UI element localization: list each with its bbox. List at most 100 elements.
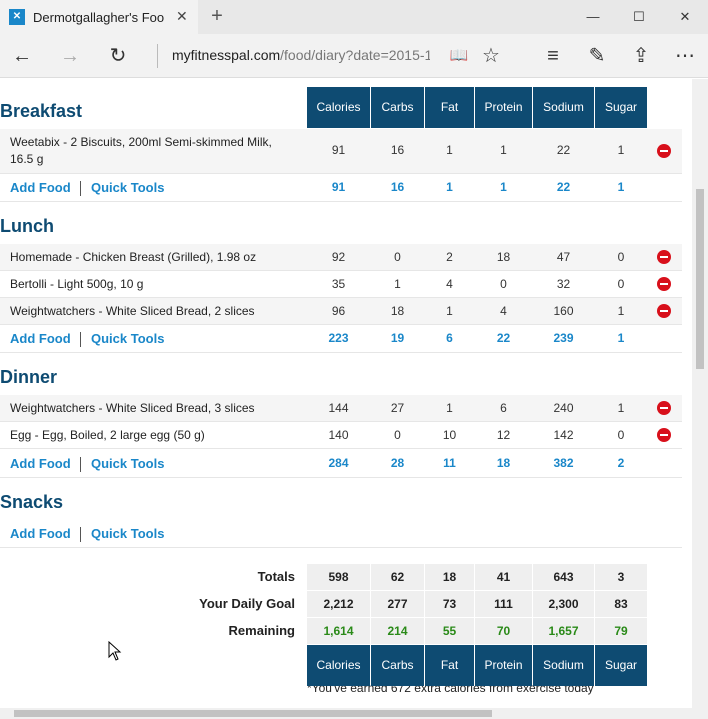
vertical-scroll-thumb[interactable] bbox=[696, 189, 704, 369]
quick-tools-link[interactable]: Quick Tools bbox=[91, 331, 164, 346]
quick-tools-link[interactable]: Quick Tools bbox=[91, 456, 164, 471]
totals-calories: 598 bbox=[307, 564, 370, 590]
remaining-sugar: 79 bbox=[595, 618, 647, 644]
nutrient-protein: 6 bbox=[500, 401, 507, 415]
food-name[interactable]: Bertolli - Light 500g, 10 g bbox=[10, 276, 143, 293]
meal-total-sodium: 22 bbox=[556, 180, 571, 194]
meal-total-carbs: 19 bbox=[390, 331, 405, 345]
add-food-link[interactable]: Add Food bbox=[10, 331, 71, 346]
daily-goal-label: Your Daily Goal bbox=[199, 596, 295, 611]
meal-total-calories: 284 bbox=[328, 456, 349, 470]
add-food-link[interactable]: Add Food bbox=[10, 180, 71, 195]
nutrient-fat: 1 bbox=[446, 304, 453, 318]
tab-close-icon[interactable]: ✕ bbox=[176, 8, 188, 25]
column-header-sodium: Sodium bbox=[533, 87, 594, 128]
nutrient-sodium: 32 bbox=[556, 277, 571, 291]
maximize-button[interactable]: ☐ bbox=[616, 0, 662, 34]
remove-food-icon[interactable] bbox=[657, 304, 671, 318]
myfitnesspal-favicon-icon: ✕ bbox=[9, 9, 25, 25]
nutrient-sodium: 22 bbox=[556, 143, 571, 157]
nutrient-carbs: 18 bbox=[390, 304, 405, 318]
remove-food-icon[interactable] bbox=[657, 401, 671, 415]
horizontal-scroll-thumb[interactable] bbox=[14, 710, 492, 717]
nutrient-carbs: 27 bbox=[390, 401, 405, 415]
remove-food-icon[interactable] bbox=[657, 428, 671, 442]
food-name[interactable]: Weightwatchers - White Sliced Bread, 2 s… bbox=[10, 303, 255, 320]
minimize-button[interactable]: — bbox=[570, 0, 616, 34]
column-footer-fat: Fat bbox=[425, 645, 474, 686]
add-food-link[interactable]: Add Food bbox=[10, 526, 71, 541]
nutrient-sugar: 0 bbox=[617, 250, 625, 264]
nutrient-protein: 4 bbox=[500, 304, 507, 318]
food-name[interactable]: Weetabix - 2 Biscuits, 200ml Semi-skimme… bbox=[10, 134, 295, 168]
nutrient-sugar: 1 bbox=[617, 304, 625, 318]
column-footer-carbs: Carbs bbox=[371, 645, 424, 686]
link-divider bbox=[80, 332, 81, 347]
meal-total-sugar: 1 bbox=[617, 331, 625, 345]
meal-total-calories: 223 bbox=[328, 331, 349, 345]
web-note-icon[interactable]: ✎ bbox=[583, 42, 611, 70]
nutrient-sugar: 1 bbox=[617, 143, 625, 157]
food-row: Weightwatchers - White Sliced Bread, 3 s… bbox=[0, 395, 682, 422]
meal-total-sugar: 2 bbox=[617, 456, 625, 470]
meal-total-protein: 1 bbox=[500, 180, 507, 194]
nutrient-calories: 96 bbox=[331, 304, 346, 318]
nutrient-calories: 144 bbox=[328, 401, 349, 415]
back-icon[interactable]: ← bbox=[8, 42, 36, 70]
remove-food-icon[interactable] bbox=[657, 250, 671, 264]
nutrient-calories: 91 bbox=[331, 143, 346, 157]
totals-carbs: 62 bbox=[371, 564, 424, 590]
url-path: /food/diary?date=2015-12- bbox=[280, 47, 430, 63]
food-row: Egg - Egg, Boiled, 2 large egg (50 g) 14… bbox=[0, 422, 682, 449]
quick-tools-link[interactable]: Quick Tools bbox=[91, 180, 164, 195]
meal-total-carbs: 28 bbox=[390, 456, 405, 470]
food-row: Weetabix - 2 Biscuits, 200ml Semi-skimme… bbox=[0, 129, 682, 174]
address-bar[interactable]: myfitnesspal.com/food/diary?date=2015-12… bbox=[172, 47, 430, 63]
vertical-scrollbar[interactable] bbox=[692, 79, 708, 708]
tab-bar: ✕ Dermotgallagher's Foo ✕ + — ☐ ✕ bbox=[0, 0, 708, 34]
share-icon[interactable]: ⇪ bbox=[627, 42, 655, 70]
totals-protein: 41 bbox=[475, 564, 532, 590]
food-name[interactable]: Egg - Egg, Boiled, 2 large egg (50 g) bbox=[10, 427, 205, 444]
nutrient-fat: 1 bbox=[446, 401, 453, 415]
favorite-star-icon[interactable]: ☆ bbox=[477, 42, 505, 70]
forward-icon[interactable]: → bbox=[56, 42, 84, 70]
refresh-icon[interactable]: ↻ bbox=[104, 42, 132, 70]
nutrient-sugar: 0 bbox=[617, 428, 625, 442]
food-name[interactable]: Weightwatchers - White Sliced Bread, 3 s… bbox=[10, 400, 255, 417]
totals-fat: 18 bbox=[425, 564, 474, 590]
meal-total-fat: 11 bbox=[443, 456, 456, 470]
browser-tab[interactable]: ✕ Dermotgallagher's Foo ✕ bbox=[0, 0, 198, 34]
nutrient-sugar: 1 bbox=[617, 401, 625, 415]
nutrient-sodium: 47 bbox=[556, 250, 571, 264]
column-header-sugar: Sugar bbox=[595, 87, 647, 128]
nutrient-carbs: 1 bbox=[394, 277, 401, 291]
remove-food-icon[interactable] bbox=[657, 144, 671, 158]
meal-title-dinner: Dinner bbox=[0, 367, 58, 387]
column-footer-calories: Calories bbox=[307, 645, 370, 686]
close-window-button[interactable]: ✕ bbox=[662, 0, 708, 34]
food-row: Homemade - Chicken Breast (Grilled), 1.9… bbox=[0, 244, 682, 271]
meal-title-snacks: Snacks bbox=[0, 492, 64, 512]
link-divider bbox=[80, 527, 81, 542]
new-tab-button[interactable]: + bbox=[206, 5, 228, 28]
horizontal-scrollbar[interactable] bbox=[0, 708, 708, 719]
reading-view-icon[interactable]: 📖 bbox=[445, 42, 473, 70]
food-row: Bertolli - Light 500g, 10 g 35 1 4 0 32 0 bbox=[0, 271, 682, 298]
nutrient-fat: 1 bbox=[446, 143, 453, 157]
add-food-link[interactable]: Add Food bbox=[10, 456, 71, 471]
column-footer-sugar: Sugar bbox=[595, 645, 647, 686]
totals-label: Totals bbox=[257, 569, 295, 584]
more-icon[interactable]: ⋯ bbox=[671, 42, 699, 70]
column-header-carbs: Carbs bbox=[371, 87, 424, 128]
meal-total-sodium: 382 bbox=[553, 456, 574, 470]
meal-total-calories: 91 bbox=[331, 180, 346, 194]
meal-total-carbs: 16 bbox=[390, 180, 405, 194]
hub-icon[interactable]: ≡ bbox=[539, 42, 567, 70]
nutrient-protein: 0 bbox=[500, 277, 507, 291]
goal-sodium: 2,300 bbox=[533, 591, 594, 617]
remove-food-icon[interactable] bbox=[657, 277, 671, 291]
meal-footer-lunch: Add Food Quick Tools 223 19 6 22 239 1 bbox=[0, 325, 682, 353]
quick-tools-link[interactable]: Quick Tools bbox=[91, 526, 164, 541]
food-name[interactable]: Homemade - Chicken Breast (Grilled), 1.9… bbox=[10, 249, 256, 266]
